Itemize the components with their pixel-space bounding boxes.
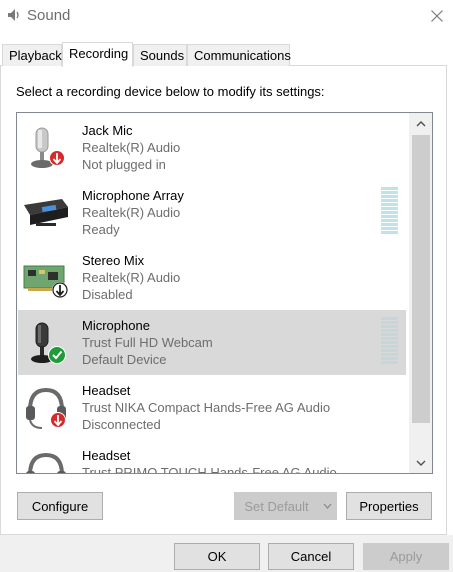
- device-driver: Trust Full HD Webcam: [82, 335, 213, 350]
- device-status: Ready: [82, 222, 120, 237]
- instructions-text: Select a recording device below to modif…: [16, 84, 325, 99]
- scroll-down-button[interactable]: [409, 453, 432, 473]
- chevron-down-icon: [416, 460, 426, 466]
- sound-card-icon: [23, 265, 68, 298]
- device-driver: Realtek(R) Audio: [82, 140, 181, 155]
- device-status: Default Device: [82, 352, 167, 367]
- headset-icon: [26, 452, 66, 473]
- headset-icon: [26, 387, 66, 429]
- scroll-up-button[interactable]: [409, 113, 432, 133]
- close-icon: [430, 10, 443, 22]
- device-name: Microphone: [82, 318, 150, 333]
- properties-button[interactable]: Properties: [346, 492, 432, 520]
- device-name: Headset: [82, 448, 131, 463]
- set-default-button[interactable]: Set Default: [234, 492, 319, 520]
- chevron-up-icon: [416, 120, 426, 126]
- device-item-headset-primo[interactable]: Headset Trust PRIMO TOUCH Hands-Free AG …: [18, 440, 406, 474]
- apply-button[interactable]: Apply: [363, 543, 449, 570]
- desk-microphone-icon: [31, 127, 65, 168]
- tab-communications[interactable]: Communications: [187, 44, 291, 66]
- set-default-dropdown[interactable]: [318, 492, 337, 520]
- device-name: Jack Mic: [82, 123, 133, 138]
- desk-microphone-icon: [31, 322, 66, 364]
- device-item-microphone[interactable]: Microphone Trust Full HD Webcam Default …: [18, 310, 406, 375]
- ok-button[interactable]: OK: [174, 543, 260, 570]
- device-status: Not plugged in: [82, 157, 166, 172]
- tab-playback[interactable]: Playback: [2, 44, 62, 66]
- chevron-down-icon: [323, 503, 332, 509]
- scroll-thumb[interactable]: [412, 135, 430, 423]
- list-scrollbar[interactable]: [409, 113, 432, 473]
- device-name: Microphone Array: [82, 188, 184, 203]
- microphone-array-icon: [24, 199, 68, 226]
- device-driver: Realtek(R) Audio: [82, 270, 181, 285]
- tab-recording[interactable]: Recording: [62, 42, 133, 67]
- cancel-button[interactable]: Cancel: [268, 543, 354, 570]
- device-status: Disabled: [82, 287, 133, 302]
- window-title: Sound: [27, 7, 71, 24]
- level-meter: [381, 187, 398, 237]
- device-driver: Trust PRIMO TOUCH Hands-Free AG Audio: [82, 465, 337, 474]
- recording-device-list[interactable]: Jack Mic Realtek(R) Audio Not plugged in…: [16, 112, 433, 474]
- configure-button[interactable]: Configure: [17, 492, 103, 520]
- device-driver: Trust NIKA Compact Hands-Free AG Audio: [82, 400, 331, 415]
- tab-strip: Playback Recording Sounds Communications: [0, 42, 453, 67]
- device-item-jack-mic[interactable]: Jack Mic Realtek(R) Audio Not plugged in: [18, 115, 406, 180]
- speaker-icon: [8, 9, 19, 21]
- device-name: Headset: [82, 383, 131, 398]
- device-driver: Realtek(R) Audio: [82, 205, 181, 220]
- device-item-stereo-mix[interactable]: Stereo Mix Realtek(R) Audio Disabled: [18, 245, 406, 310]
- level-meter: [381, 317, 398, 367]
- close-button[interactable]: [420, 0, 453, 32]
- device-item-headset-nika[interactable]: Headset Trust NIKA Compact Hands-Free AG…: [18, 375, 406, 440]
- device-name: Stereo Mix: [82, 253, 145, 268]
- title-bar: Sound: [0, 0, 453, 32]
- device-status: Disconnected: [82, 417, 161, 432]
- tab-sounds[interactable]: Sounds: [133, 44, 187, 66]
- device-item-microphone-array[interactable]: Microphone Array Realtek(R) Audio Ready: [18, 180, 406, 245]
